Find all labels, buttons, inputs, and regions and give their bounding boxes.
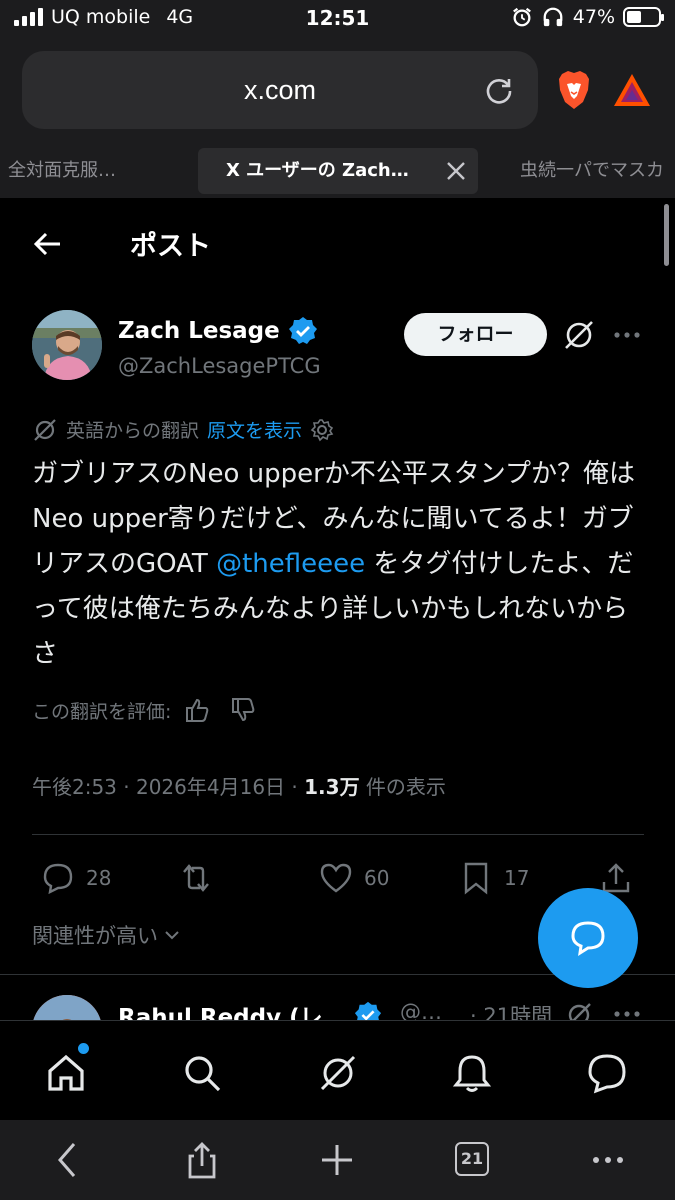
translation-label: 英語からの翻訳 — [66, 420, 200, 442]
address-bar[interactable]: x.com — [22, 51, 538, 129]
reply-author-avatar[interactable] — [32, 995, 102, 1020]
alarm-icon — [512, 7, 531, 27]
battery-percent: 47% — [572, 6, 615, 28]
post-header: ポスト — [0, 198, 675, 290]
bookmark-count: 17 — [504, 866, 530, 890]
rate-translation-label: この翻訳を評価: — [32, 700, 172, 723]
post-timestamp[interactable]: 午後2:53 · 2026年4月16日 · — [32, 775, 304, 799]
reply-verified-badge-icon — [354, 1001, 381, 1020]
repost-icon[interactable] — [178, 860, 214, 896]
grok-nav-icon[interactable] — [316, 1051, 360, 1095]
compose-reply-fab[interactable] — [538, 888, 638, 988]
battery-icon — [623, 7, 664, 27]
tab-3[interactable]: 虫続一パでマスカ — [520, 148, 675, 194]
headphones-icon — [543, 7, 563, 27]
views-count: 1.3万 — [304, 775, 360, 799]
compose-reply-icon — [571, 921, 605, 956]
like-count: 60 — [364, 866, 390, 890]
translate-grok-icon — [34, 418, 56, 441]
tab-1-label: 全対面克服… — [8, 160, 116, 181]
verified-badge-icon — [288, 317, 317, 344]
reply-grok-icon[interactable] — [564, 1000, 594, 1020]
tab-strip: 全対面克服… X ユーザーの Zach… 虫続一パでマスカ — [0, 148, 675, 194]
new-tab-plus-icon[interactable] — [317, 1140, 357, 1180]
page-title: ポスト — [130, 231, 211, 262]
tab-count-button[interactable]: 21 — [455, 1142, 489, 1176]
tab-3-label: 虫続一パでマスカ — [520, 160, 664, 181]
status-bar: UQ mobile 4G 12:51 47% — [0, 0, 675, 40]
reply-avatar-image — [32, 995, 102, 1020]
browser-back-icon[interactable] — [48, 1140, 88, 1180]
tab-1[interactable]: 全対面克服… — [8, 148, 168, 194]
author-name[interactable]: Zach Lesage — [118, 318, 280, 344]
reply-author-name[interactable]: Rahul Reddy (レ… — [118, 998, 346, 1020]
mention-link[interactable]: @thefleeee — [216, 549, 365, 579]
author-avatar[interactable] — [32, 310, 102, 380]
bookmark-icon[interactable] — [458, 860, 494, 896]
reply-more-options-icon[interactable] — [612, 1002, 642, 1020]
author-handle[interactable]: @ZachLesagePTCG — [118, 354, 321, 378]
chevron-down-icon — [165, 931, 179, 940]
relevance-label: 関連性が高い — [32, 924, 158, 948]
status-right: 47% — [511, 6, 664, 28]
brave-shields-icon[interactable] — [556, 70, 592, 110]
post-meta: 午後2:53 · 2026年4月16日 · 1.3万 件の表示 — [32, 771, 446, 800]
divider — [32, 834, 644, 835]
home-icon[interactable] — [44, 1051, 88, 1095]
like-action[interactable]: 60 — [318, 860, 389, 896]
home-notification-dot — [78, 1043, 89, 1054]
more-options-icon[interactable] — [612, 322, 642, 348]
reply-author-handle[interactable]: @… — [400, 1000, 442, 1020]
x-bottom-nav — [0, 1020, 675, 1120]
avatar-image — [32, 310, 102, 380]
messages-icon[interactable] — [585, 1051, 629, 1095]
close-tab-icon[interactable] — [446, 161, 466, 181]
tab-2-label: X ユーザーの Zach… — [226, 160, 409, 181]
browser-toolbar-top: x.com 全対面克服… X ユーザーの Zach… 虫続一パでマスカ — [0, 40, 675, 198]
reply-count: 28 — [86, 866, 112, 890]
follow-button[interactable]: フォロー — [404, 313, 547, 356]
notifications-bell-icon[interactable] — [450, 1051, 494, 1095]
translation-settings-gear-icon[interactable] — [310, 418, 334, 442]
rate-translation-row: この翻訳を評価: — [32, 696, 257, 724]
reply-icon[interactable] — [40, 860, 76, 896]
heart-icon[interactable] — [318, 860, 354, 896]
bookmark-action[interactable]: 17 — [458, 860, 529, 896]
reply-author-row: Rahul Reddy (レ… — [118, 998, 382, 1020]
post-text: ガブリアスのNeo upperか不公平スタンプか？俺はNeo upper寄りだけ… — [32, 452, 652, 677]
sort-relevance-dropdown[interactable]: 関連性が高い — [32, 920, 182, 950]
translation-row: 英語からの翻訳 原文を表示 — [32, 416, 334, 443]
grok-icon[interactable] — [562, 318, 596, 352]
back-arrow-icon[interactable] — [32, 228, 64, 260]
repost-action[interactable] — [178, 860, 214, 896]
search-icon[interactable] — [180, 1051, 224, 1095]
views-label: 件の表示 — [359, 775, 446, 799]
browser-menu-icon[interactable] — [588, 1140, 628, 1180]
battery-level — [627, 11, 641, 23]
bat-rewards-icon[interactable] — [612, 72, 652, 108]
url-text[interactable]: x.com — [22, 75, 538, 106]
reply-time[interactable]: · 21時間 — [470, 1000, 552, 1020]
reply-action[interactable]: 28 — [40, 860, 111, 896]
browser-share-icon[interactable] — [182, 1140, 222, 1180]
thumbs-down-icon[interactable] — [229, 696, 257, 724]
page-content: ポスト Zach Lesage @ZachLesagePTCG フォロー 英語か… — [0, 198, 675, 1020]
show-original-link[interactable]: 原文を表示 — [207, 416, 302, 443]
reload-icon[interactable] — [484, 75, 514, 105]
tab-2-active[interactable]: X ユーザーの Zach… — [198, 148, 478, 194]
thumbs-up-icon[interactable] — [183, 696, 211, 724]
browser-toolbar-bottom: 21 — [0, 1120, 675, 1200]
author-name-row: Zach Lesage — [118, 316, 318, 346]
